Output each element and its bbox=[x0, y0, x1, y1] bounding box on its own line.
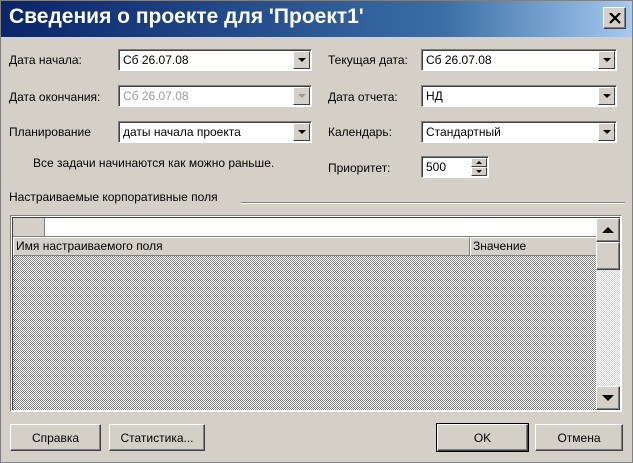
chevron-down-icon[interactable] bbox=[598, 51, 615, 69]
chevron-down-icon bbox=[293, 87, 310, 105]
scroll-down-icon[interactable] bbox=[596, 386, 620, 410]
finish-date-label: Дата окончания: bbox=[9, 90, 101, 104]
chevron-down-icon[interactable] bbox=[293, 123, 310, 141]
column-header-field-name[interactable]: Имя настраиваемого поля bbox=[13, 237, 470, 256]
priority-stepper[interactable]: 500 bbox=[421, 156, 489, 178]
spin-down-icon[interactable] bbox=[471, 167, 487, 176]
start-date-label: Дата начала: bbox=[9, 53, 82, 67]
title-bar[interactable]: Сведения о проекте для 'Проект1' bbox=[1, 1, 632, 37]
scheduling-dropdown[interactable]: даты начала проекта bbox=[118, 121, 312, 143]
scroll-thumb[interactable] bbox=[596, 242, 620, 270]
column-header-value[interactable]: Значение bbox=[470, 237, 597, 256]
group-divider bbox=[241, 202, 625, 204]
vertical-scrollbar[interactable] bbox=[596, 218, 620, 410]
custom-fields-group-label: Настраиваемые корпоративные поля bbox=[9, 190, 218, 204]
select-all-cell[interactable] bbox=[13, 218, 45, 237]
ok-button-label: OK bbox=[473, 430, 492, 445]
scheduling-note: Все задачи начинаются как можно раньше. bbox=[33, 156, 275, 170]
calendar-value: Стандартный bbox=[426, 125, 501, 139]
window-title: Сведения о проекте для 'Проект1' bbox=[9, 5, 364, 28]
chevron-down-icon[interactable] bbox=[598, 123, 615, 141]
spin-up-icon[interactable] bbox=[471, 158, 487, 167]
current-date-label: Текущая дата: bbox=[328, 53, 408, 67]
scroll-up-icon[interactable] bbox=[596, 218, 620, 242]
current-date-value: Сб 26.07.08 bbox=[426, 53, 492, 67]
finish-date-dropdown: Сб 26.07.08 bbox=[118, 85, 312, 107]
grid-edit-bar[interactable] bbox=[45, 218, 597, 237]
help-button-label: Справка bbox=[31, 430, 80, 445]
current-date-dropdown[interactable]: Сб 26.07.08 bbox=[421, 49, 617, 71]
status-date-value: НД bbox=[426, 89, 443, 103]
start-date-dropdown[interactable]: Сб 26.07.08 bbox=[118, 49, 312, 71]
finish-date-value: Сб 26.07.08 bbox=[123, 89, 189, 103]
calendar-label: Календарь: bbox=[328, 125, 392, 139]
calendar-dropdown[interactable]: Стандартный bbox=[421, 121, 617, 143]
cancel-button-label: Отмена bbox=[557, 430, 601, 445]
scheduling-label: Планирование bbox=[9, 125, 91, 139]
statistics-button[interactable]: Статистика... bbox=[109, 424, 205, 451]
status-date-dropdown[interactable]: НД bbox=[421, 85, 617, 107]
priority-label: Приоритет: bbox=[328, 161, 391, 175]
custom-fields-grid[interactable]: Имя настраиваемого поля Значение bbox=[10, 215, 622, 412]
status-date-label: Дата отчета: bbox=[328, 90, 398, 104]
help-button[interactable]: Справка bbox=[10, 424, 101, 451]
cancel-button[interactable]: Отмена bbox=[535, 424, 623, 451]
scheduling-value: даты начала проекта bbox=[123, 125, 241, 139]
project-info-dialog: Сведения о проекте для 'Проект1' Дата на… bbox=[0, 0, 633, 463]
chevron-down-icon[interactable] bbox=[598, 87, 615, 105]
start-date-value: Сб 26.07.08 bbox=[123, 53, 189, 67]
ok-button[interactable]: OK bbox=[436, 423, 529, 452]
priority-value[interactable]: 500 bbox=[426, 160, 446, 174]
close-icon bbox=[608, 12, 621, 24]
chevron-down-icon[interactable] bbox=[293, 51, 310, 69]
grid-empty-area bbox=[13, 256, 597, 410]
close-button[interactable] bbox=[603, 7, 626, 29]
statistics-button-label: Статистика... bbox=[120, 430, 194, 445]
